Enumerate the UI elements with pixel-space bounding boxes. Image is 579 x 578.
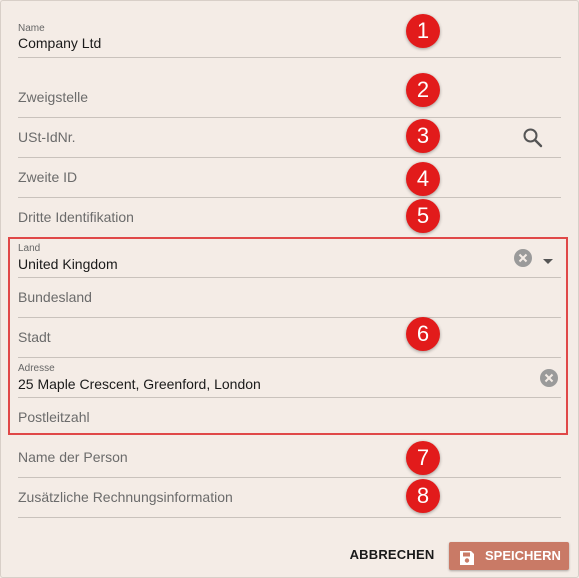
country-value: United Kingdom	[18, 256, 118, 272]
annotation-badge-1: 1	[406, 14, 440, 48]
annotation-badge-6: 6	[406, 317, 440, 351]
annotation-badge-7: 7	[406, 441, 440, 475]
name-value: Company Ltd	[18, 35, 102, 51]
address-field[interactable]: Adresse 25 Maple Crescent, Greenford, Lo…	[18, 360, 561, 398]
address-clear-icon[interactable]	[540, 369, 558, 387]
city-field[interactable]: Stadt	[18, 318, 561, 358]
postal-code-placeholder: Postleitzahl	[18, 409, 90, 425]
vat-field[interactable]: USt-IdNr.	[18, 118, 561, 158]
vat-placeholder: USt-IdNr.	[18, 129, 76, 145]
third-id-field[interactable]: Dritte Identifikation	[18, 198, 561, 235]
state-placeholder: Bundesland	[18, 289, 92, 305]
branch-field[interactable]: Zweigstelle	[18, 58, 561, 118]
annotation-badge-8: 8	[406, 479, 440, 513]
country-label: Land	[18, 243, 41, 254]
second-id-placeholder: Zweite ID	[18, 169, 78, 185]
address-value: 25 Maple Crescent, Greenford, London	[18, 376, 261, 392]
name-label: Name	[18, 23, 45, 34]
name-field[interactable]: Name Company Ltd	[18, 20, 561, 58]
floppy-disk-icon	[459, 548, 475, 576]
country-field[interactable]: Land United Kingdom	[18, 240, 561, 278]
annotation-badge-3: 3	[406, 119, 440, 153]
branch-placeholder: Zweigstelle	[18, 89, 89, 105]
state-field[interactable]: Bundesland	[18, 278, 561, 318]
person-name-field[interactable]: Name der Person	[18, 437, 561, 478]
annotation-badge-2: 2	[406, 73, 440, 107]
annotation-badge-4: 4	[406, 162, 440, 196]
address-label: Adresse	[18, 363, 55, 374]
city-placeholder: Stadt	[18, 329, 51, 345]
billing-info-field[interactable]: Zusätzliche Rechnungsinformation	[18, 478, 561, 518]
save-button-label: SPEICHERN	[485, 548, 561, 563]
country-clear-icon[interactable]	[514, 249, 532, 267]
postal-code-field[interactable]: Postleitzahl	[18, 398, 561, 433]
chevron-down-icon[interactable]	[542, 253, 554, 264]
cancel-button[interactable]: ABBRECHEN	[344, 543, 440, 567]
annotation-badge-5: 5	[406, 199, 440, 233]
person-name-placeholder: Name der Person	[18, 449, 128, 465]
billing-info-placeholder: Zusätzliche Rechnungsinformation	[18, 489, 233, 505]
save-button[interactable]: SPEICHERN	[449, 542, 569, 570]
second-id-field[interactable]: Zweite ID	[18, 158, 561, 198]
third-id-placeholder: Dritte Identifikation	[18, 209, 134, 225]
search-icon[interactable]	[522, 127, 544, 149]
